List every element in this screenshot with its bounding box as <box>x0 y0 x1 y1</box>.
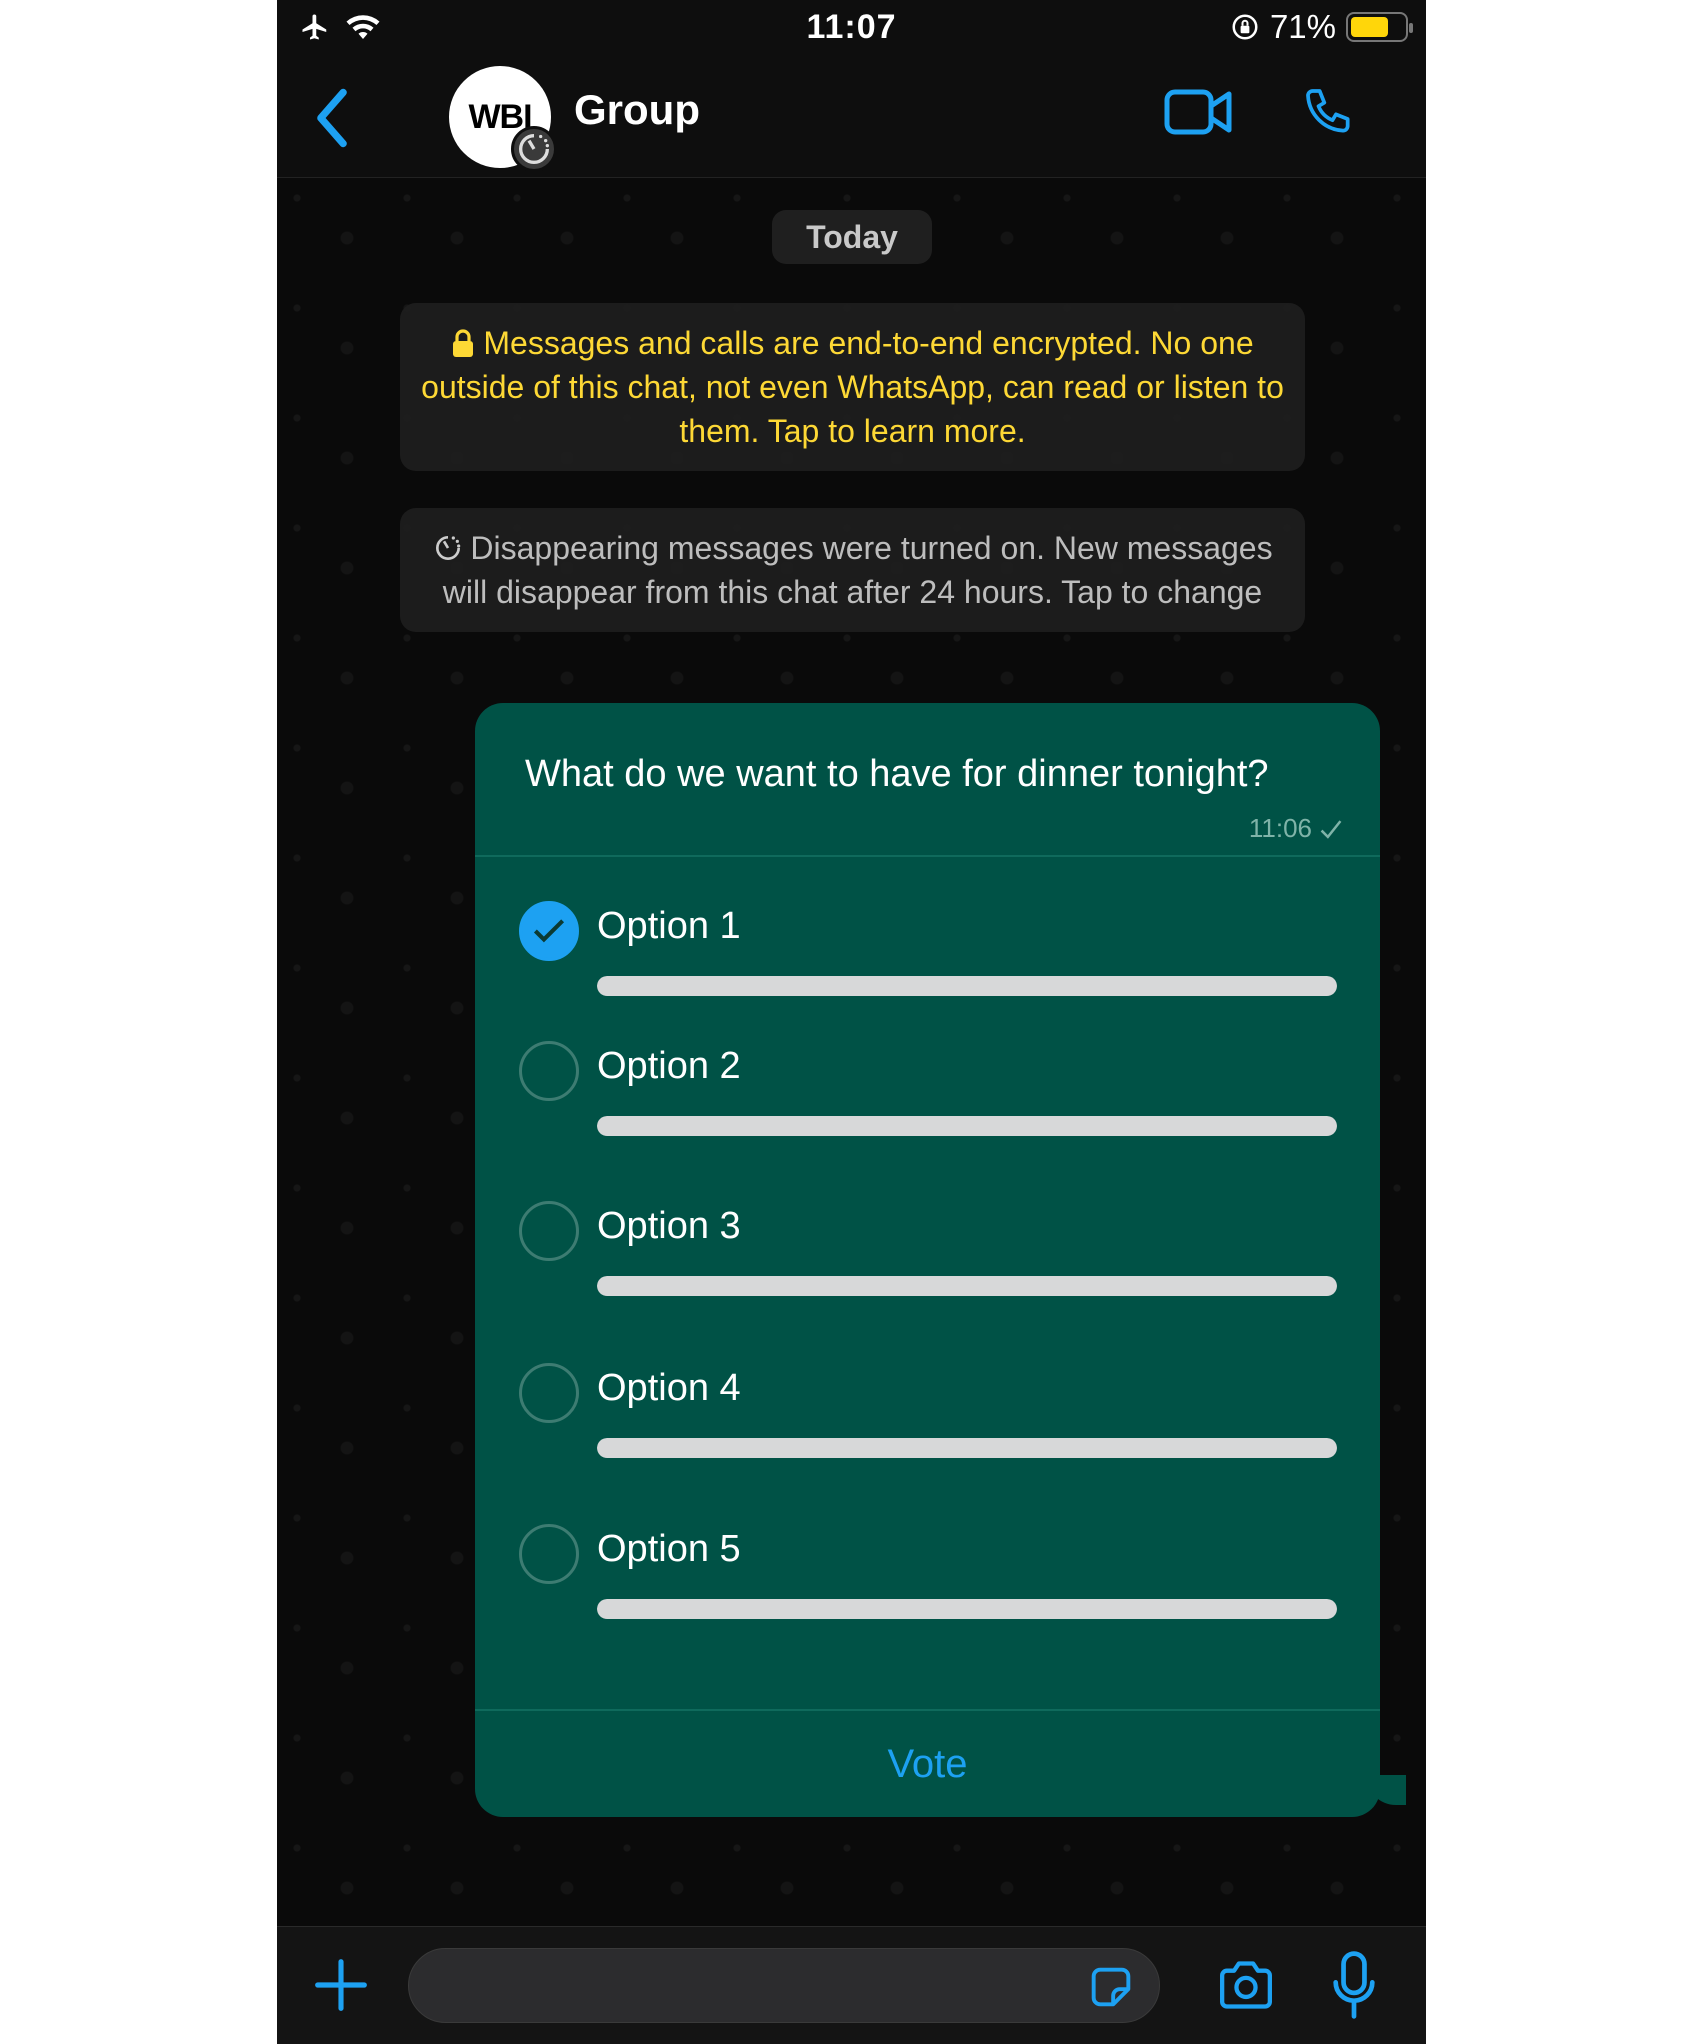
disappearing-timer-icon <box>511 126 557 172</box>
disappearing-notice-text: Disappearing messages were turned on. Ne… <box>442 530 1273 610</box>
poll-option-progress-bar <box>597 1116 1337 1136</box>
sent-check-icon <box>1320 819 1342 839</box>
vote-button[interactable]: Vote <box>475 1711 1380 1817</box>
poll-option-progress-fill <box>597 1438 1337 1458</box>
poll-question: What do we want to have for dinner tonig… <box>525 753 1269 795</box>
poll-option[interactable]: Option 2 <box>519 1041 1339 1171</box>
status-right: 71% <box>1230 8 1413 46</box>
disappearing-timer-icon <box>436 536 461 560</box>
plus-icon[interactable] <box>313 1957 369 2013</box>
camera-icon[interactable] <box>1215 1955 1277 2015</box>
message-composer <box>277 1926 1426 2044</box>
radio-unchecked-icon[interactable] <box>519 1524 579 1584</box>
radio-unchecked-icon[interactable] <box>519 1363 579 1423</box>
poll-option-progress-bar <box>597 976 1337 996</box>
timestamp-text: 11:06 <box>1248 813 1312 843</box>
microphone-icon[interactable] <box>1329 1951 1379 2019</box>
radio-unchecked-icon[interactable] <box>519 1041 579 1101</box>
radio-checked-icon[interactable] <box>519 901 579 961</box>
sticker-icon[interactable] <box>1085 1961 1137 2013</box>
poll-option[interactable]: Option 5 <box>519 1524 1339 1654</box>
message-input[interactable] <box>437 1949 1037 2022</box>
poll-message-bubble: What do we want to have for dinner tonig… <box>475 703 1406 1817</box>
chat-area: Today Messages and calls are end-to-end … <box>277 178 1426 1926</box>
disappearing-notice[interactable]: Disappearing messages were turned on. Ne… <box>400 508 1305 632</box>
chat-header: WBI Group <box>277 58 1426 178</box>
poll-option-label: Option 5 <box>597 1528 741 1570</box>
phone-call-icon[interactable] <box>1301 84 1357 140</box>
poll-option[interactable]: Option 3 <box>519 1201 1339 1331</box>
poll-option-progress-bar <box>597 1276 1337 1296</box>
checkmark-icon <box>533 919 565 943</box>
phone-screen: 11:07 71% WBI Group Today Messages and c… <box>277 0 1426 2044</box>
poll-option[interactable]: Option 1 <box>519 901 1339 1031</box>
date-separator: Today <box>772 210 932 264</box>
poll-option[interactable]: Option 4 <box>519 1363 1339 1493</box>
poll-option-label: Option 4 <box>597 1367 741 1409</box>
orientation-lock-icon <box>1232 14 1258 40</box>
chat-title[interactable]: Group <box>574 86 700 134</box>
poll-option-progress-fill <box>597 1599 1337 1619</box>
group-avatar[interactable]: WBI <box>449 66 557 172</box>
lock-icon <box>453 329 474 357</box>
poll-option-progress-bar <box>597 1599 1337 1619</box>
poll-option-progress-bar <box>597 1438 1337 1458</box>
message-timestamp: 11:06 <box>1249 813 1344 844</box>
battery-icon <box>1346 12 1413 42</box>
video-call-icon[interactable] <box>1163 84 1235 140</box>
message-input-field[interactable] <box>408 1948 1160 2023</box>
encryption-notice-text: Messages and calls are end-to-end encryp… <box>421 325 1284 449</box>
radio-unchecked-icon[interactable] <box>519 1201 579 1261</box>
poll-option-label: Option 3 <box>597 1205 741 1247</box>
encryption-notice[interactable]: Messages and calls are end-to-end encryp… <box>400 303 1305 471</box>
poll-option-label: Option 2 <box>597 1045 741 1087</box>
poll-option-progress-fill <box>597 976 1337 996</box>
poll-option-progress-fill <box>597 1276 1337 1296</box>
battery-level <box>1351 17 1388 37</box>
poll-divider-top <box>475 855 1380 857</box>
back-chevron-icon[interactable] <box>307 86 357 150</box>
poll-option-label: Option 1 <box>597 905 741 947</box>
status-bar: 11:07 71% <box>277 0 1426 58</box>
poll-option-progress-fill <box>597 1116 1337 1136</box>
battery-percent: 71% <box>1269 8 1336 45</box>
